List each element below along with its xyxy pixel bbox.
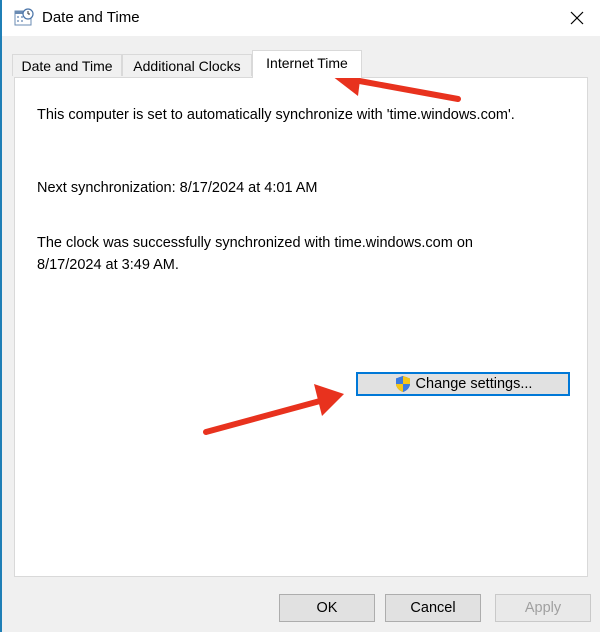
window-title: Date and Time (42, 9, 140, 26)
date-time-dialog: Date and Time Date and Time Additional C… (0, 0, 600, 632)
change-settings-label: Change settings... (415, 376, 533, 392)
sync-status-text: This computer is set to automatically sy… (37, 107, 515, 123)
close-icon (570, 11, 584, 25)
last-sync-text-line2: 8/17/2024 at 3:49 AM. (37, 257, 179, 273)
internet-time-panel: This computer is set to automatically sy… (14, 77, 588, 577)
next-sync-text: Next synchronization: 8/17/2024 at 4:01 … (37, 180, 318, 196)
cancel-button[interactable]: Cancel (385, 594, 481, 622)
date-time-icon (14, 8, 34, 28)
change-settings-button[interactable]: Change settings... (356, 372, 570, 396)
ok-button[interactable]: OK (279, 594, 375, 622)
tab-date-and-time[interactable]: Date and Time (12, 54, 122, 76)
last-sync-text-line1: The clock was successfully synchronized … (37, 235, 473, 251)
close-button[interactable] (554, 0, 600, 36)
uac-shield-icon (394, 375, 412, 393)
title-bar: Date and Time (2, 0, 600, 36)
tab-additional-clocks[interactable]: Additional Clocks (122, 54, 252, 76)
tab-internet-time[interactable]: Internet Time (252, 50, 362, 78)
apply-button[interactable]: Apply (495, 594, 591, 622)
